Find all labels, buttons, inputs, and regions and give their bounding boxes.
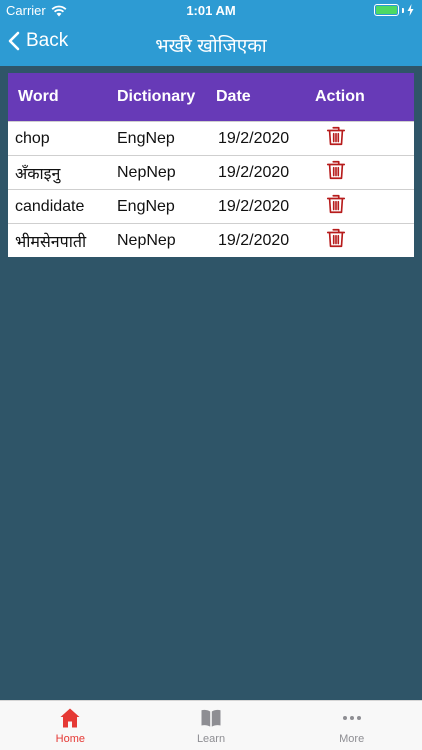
tab-home[interactable]: Home bbox=[0, 701, 141, 750]
nav-bar: Back भर्खरै खोजिएका bbox=[0, 22, 422, 66]
battery-icon bbox=[374, 4, 399, 16]
tab-more[interactable]: More bbox=[281, 701, 422, 750]
table-row: candidate EngNep 19/2/2020 bbox=[8, 189, 414, 223]
header-date: Date bbox=[216, 88, 251, 105]
table-header: Word Dictionary Date Action bbox=[8, 73, 414, 121]
row-word: अँकाइनु bbox=[15, 165, 61, 183]
battery-tip bbox=[402, 7, 404, 13]
tab-bar: Home Learn More bbox=[0, 700, 422, 750]
delete-icon[interactable] bbox=[325, 227, 347, 249]
status-time: 1:01 AM bbox=[186, 3, 236, 18]
home-icon bbox=[60, 708, 80, 728]
table-row: अँकाइनु NepNep 19/2/2020 bbox=[8, 155, 414, 189]
table-row: भीमसेनपाती NepNep 19/2/2020 bbox=[8, 223, 414, 257]
book-icon bbox=[201, 709, 221, 727]
tab-label: More bbox=[339, 733, 365, 745]
row-word: chop bbox=[15, 129, 50, 147]
row-dictionary: NepNep bbox=[117, 163, 176, 181]
charging-icon bbox=[407, 4, 414, 16]
status-bar: Carrier 1:01 AM bbox=[0, 0, 422, 22]
recent-searches-table: Word Dictionary Date Action chop EngNep … bbox=[8, 73, 414, 257]
header-action: Action bbox=[315, 88, 365, 105]
row-date: 19/2/2020 bbox=[218, 197, 290, 215]
row-dictionary: EngNep bbox=[117, 197, 175, 215]
row-date: 19/2/2020 bbox=[218, 163, 290, 181]
delete-icon[interactable] bbox=[325, 125, 347, 147]
tab-label: Learn bbox=[196, 733, 226, 745]
tab-label: Home bbox=[55, 733, 85, 745]
row-word: भीमसेनपाती bbox=[15, 233, 87, 251]
row-dictionary: EngNep bbox=[117, 129, 175, 147]
row-date: 19/2/2020 bbox=[218, 129, 290, 147]
more-icon bbox=[342, 716, 361, 720]
delete-icon[interactable] bbox=[325, 193, 347, 215]
tab-learn[interactable]: Learn bbox=[141, 701, 282, 750]
row-dictionary: NepNep bbox=[117, 231, 176, 249]
app-header: Carrier 1:01 AM Back भर्खरै खोजिएका bbox=[0, 0, 422, 66]
row-word: candidate bbox=[15, 197, 85, 215]
header-dictionary: Dictionary bbox=[117, 88, 196, 105]
header-word: Word bbox=[18, 88, 59, 105]
table-row: chop EngNep 19/2/2020 bbox=[8, 121, 414, 155]
delete-icon[interactable] bbox=[325, 159, 347, 181]
page-title: भर्खरै खोजिएका bbox=[155, 36, 267, 57]
status-right bbox=[374, 4, 414, 16]
row-date: 19/2/2020 bbox=[218, 231, 290, 249]
